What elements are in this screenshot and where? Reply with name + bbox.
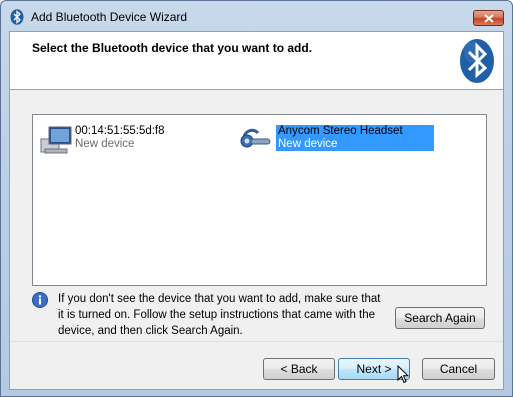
info-icon [32, 292, 48, 311]
wizard-header: Select the Bluetooth device that you wan… [10, 32, 503, 90]
device-status: New device [75, 138, 135, 150]
back-button[interactable]: < Back [263, 358, 335, 380]
wizard-window: Add Bluetooth Device Wizard Select the B… [0, 0, 513, 397]
close-button[interactable] [473, 10, 504, 26]
device-list[interactable]: 00:14:51:55:5d:f8 New device Anycom Ster… [32, 114, 487, 286]
footer-divider [10, 341, 503, 342]
mouse-pointer-icon [397, 364, 410, 388]
bluetooth-logo-icon [459, 38, 495, 87]
wizard-body: Select the Bluetooth device that you wan… [9, 31, 504, 390]
search-again-button[interactable]: Search Again [395, 307, 485, 329]
cancel-button[interactable]: Cancel [422, 358, 495, 380]
device-status: New device [278, 138, 338, 150]
device-name: Anycom Stereo Headset [278, 125, 403, 137]
window-title: Add Bluetooth Device Wizard [31, 10, 188, 24]
computer-icon [39, 125, 73, 158]
device-item-headset[interactable]: Anycom Stereo Headset New device [238, 123, 438, 155]
close-icon [484, 14, 494, 23]
bluetooth-icon [10, 9, 24, 25]
device-item-computer[interactable]: 00:14:51:55:5d:f8 New device [39, 123, 189, 155]
headset-icon [238, 125, 272, 154]
page-title: Select the Bluetooth device that you wan… [32, 41, 313, 55]
title-bar[interactable]: Add Bluetooth Device Wizard [1, 1, 512, 31]
info-message: If you don't see the device that you wan… [58, 293, 381, 337]
device-name: 00:14:51:55:5d:f8 [75, 125, 165, 137]
